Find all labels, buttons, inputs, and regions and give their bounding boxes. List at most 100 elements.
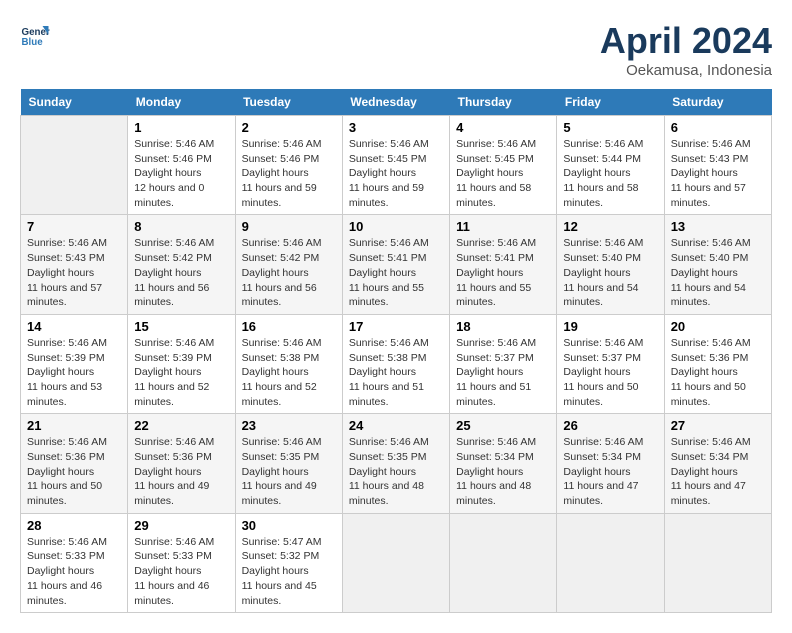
calendar-cell: 5 Sunrise: 5:46 AM Sunset: 5:44 PM Dayli… [557, 116, 664, 215]
calendar-cell: 23 Sunrise: 5:46 AM Sunset: 5:35 PM Dayl… [235, 414, 342, 513]
day-number: 21 [27, 418, 121, 433]
calendar-cell: 7 Sunrise: 5:46 AM Sunset: 5:43 PM Dayli… [21, 215, 128, 314]
day-info: Sunrise: 5:46 AM Sunset: 5:34 PM Dayligh… [456, 435, 550, 508]
day-info: Sunrise: 5:46 AM Sunset: 5:38 PM Dayligh… [349, 336, 443, 409]
calendar-cell: 15 Sunrise: 5:46 AM Sunset: 5:39 PM Dayl… [128, 314, 235, 413]
day-info: Sunrise: 5:46 AM Sunset: 5:35 PM Dayligh… [242, 435, 336, 508]
calendar-cell [450, 513, 557, 612]
day-info: Sunrise: 5:46 AM Sunset: 5:46 PM Dayligh… [134, 137, 228, 210]
weekday-header-tuesday: Tuesday [235, 89, 342, 116]
day-info: Sunrise: 5:46 AM Sunset: 5:34 PM Dayligh… [563, 435, 657, 508]
weekday-header-wednesday: Wednesday [342, 89, 449, 116]
day-number: 5 [563, 120, 657, 135]
day-number: 25 [456, 418, 550, 433]
day-number: 12 [563, 219, 657, 234]
weekday-header-row: SundayMondayTuesdayWednesdayThursdayFrid… [21, 89, 772, 116]
day-info: Sunrise: 5:46 AM Sunset: 5:33 PM Dayligh… [134, 535, 228, 608]
calendar-cell: 21 Sunrise: 5:46 AM Sunset: 5:36 PM Dayl… [21, 414, 128, 513]
day-info: Sunrise: 5:46 AM Sunset: 5:41 PM Dayligh… [349, 236, 443, 309]
day-info: Sunrise: 5:46 AM Sunset: 5:39 PM Dayligh… [134, 336, 228, 409]
location: Oekamusa, Indonesia [600, 62, 772, 79]
day-number: 24 [349, 418, 443, 433]
calendar-cell: 11 Sunrise: 5:46 AM Sunset: 5:41 PM Dayl… [450, 215, 557, 314]
calendar-cell: 3 Sunrise: 5:46 AM Sunset: 5:45 PM Dayli… [342, 116, 449, 215]
day-number: 30 [242, 518, 336, 533]
calendar-cell: 24 Sunrise: 5:46 AM Sunset: 5:35 PM Dayl… [342, 414, 449, 513]
calendar-cell: 16 Sunrise: 5:46 AM Sunset: 5:38 PM Dayl… [235, 314, 342, 413]
day-number: 17 [349, 319, 443, 334]
day-info: Sunrise: 5:46 AM Sunset: 5:37 PM Dayligh… [456, 336, 550, 409]
day-number: 7 [27, 219, 121, 234]
day-info: Sunrise: 5:46 AM Sunset: 5:38 PM Dayligh… [242, 336, 336, 409]
day-number: 8 [134, 219, 228, 234]
day-number: 27 [671, 418, 765, 433]
day-number: 26 [563, 418, 657, 433]
day-number: 19 [563, 319, 657, 334]
calendar-week-1: 1 Sunrise: 5:46 AM Sunset: 5:46 PM Dayli… [21, 116, 772, 215]
calendar-cell: 12 Sunrise: 5:46 AM Sunset: 5:40 PM Dayl… [557, 215, 664, 314]
weekday-header-sunday: Sunday [21, 89, 128, 116]
calendar-cell: 6 Sunrise: 5:46 AM Sunset: 5:43 PM Dayli… [664, 116, 771, 215]
day-info: Sunrise: 5:46 AM Sunset: 5:33 PM Dayligh… [27, 535, 121, 608]
calendar-cell [342, 513, 449, 612]
day-number: 3 [349, 120, 443, 135]
day-info: Sunrise: 5:46 AM Sunset: 5:45 PM Dayligh… [349, 137, 443, 210]
calendar-cell: 9 Sunrise: 5:46 AM Sunset: 5:42 PM Dayli… [235, 215, 342, 314]
calendar-cell: 4 Sunrise: 5:46 AM Sunset: 5:45 PM Dayli… [450, 116, 557, 215]
calendar-cell: 8 Sunrise: 5:46 AM Sunset: 5:42 PM Dayli… [128, 215, 235, 314]
day-number: 16 [242, 319, 336, 334]
calendar-cell: 1 Sunrise: 5:46 AM Sunset: 5:46 PM Dayli… [128, 116, 235, 215]
day-number: 15 [134, 319, 228, 334]
calendar-cell: 13 Sunrise: 5:46 AM Sunset: 5:40 PM Dayl… [664, 215, 771, 314]
calendar-cell: 27 Sunrise: 5:46 AM Sunset: 5:34 PM Dayl… [664, 414, 771, 513]
day-info: Sunrise: 5:46 AM Sunset: 5:35 PM Dayligh… [349, 435, 443, 508]
day-info: Sunrise: 5:46 AM Sunset: 5:44 PM Dayligh… [563, 137, 657, 210]
day-info: Sunrise: 5:47 AM Sunset: 5:32 PM Dayligh… [242, 535, 336, 608]
day-info: Sunrise: 5:46 AM Sunset: 5:36 PM Dayligh… [671, 336, 765, 409]
calendar-cell: 17 Sunrise: 5:46 AM Sunset: 5:38 PM Dayl… [342, 314, 449, 413]
day-info: Sunrise: 5:46 AM Sunset: 5:42 PM Dayligh… [242, 236, 336, 309]
calendar-cell: 30 Sunrise: 5:47 AM Sunset: 5:32 PM Dayl… [235, 513, 342, 612]
day-number: 20 [671, 319, 765, 334]
day-number: 18 [456, 319, 550, 334]
page-header: General Blue April 2024 Oekamusa, Indone… [20, 20, 772, 79]
day-info: Sunrise: 5:46 AM Sunset: 5:46 PM Dayligh… [242, 137, 336, 210]
day-info: Sunrise: 5:46 AM Sunset: 5:45 PM Dayligh… [456, 137, 550, 210]
day-info: Sunrise: 5:46 AM Sunset: 5:43 PM Dayligh… [27, 236, 121, 309]
day-info: Sunrise: 5:46 AM Sunset: 5:34 PM Dayligh… [671, 435, 765, 508]
calendar-week-3: 14 Sunrise: 5:46 AM Sunset: 5:39 PM Dayl… [21, 314, 772, 413]
calendar-cell: 20 Sunrise: 5:46 AM Sunset: 5:36 PM Dayl… [664, 314, 771, 413]
calendar-cell: 28 Sunrise: 5:46 AM Sunset: 5:33 PM Dayl… [21, 513, 128, 612]
day-number: 28 [27, 518, 121, 533]
calendar-table: SundayMondayTuesdayWednesdayThursdayFrid… [20, 89, 772, 613]
logo: General Blue [20, 20, 50, 50]
weekday-header-monday: Monday [128, 89, 235, 116]
day-info: Sunrise: 5:46 AM Sunset: 5:42 PM Dayligh… [134, 236, 228, 309]
calendar-week-2: 7 Sunrise: 5:46 AM Sunset: 5:43 PM Dayli… [21, 215, 772, 314]
weekday-header-friday: Friday [557, 89, 664, 116]
calendar-cell [664, 513, 771, 612]
logo-icon: General Blue [20, 20, 50, 50]
day-info: Sunrise: 5:46 AM Sunset: 5:36 PM Dayligh… [27, 435, 121, 508]
calendar-cell: 2 Sunrise: 5:46 AM Sunset: 5:46 PM Dayli… [235, 116, 342, 215]
calendar-week-5: 28 Sunrise: 5:46 AM Sunset: 5:33 PM Dayl… [21, 513, 772, 612]
weekday-header-thursday: Thursday [450, 89, 557, 116]
title-block: April 2024 Oekamusa, Indonesia [600, 20, 772, 79]
svg-text:Blue: Blue [22, 37, 44, 48]
calendar-cell: 25 Sunrise: 5:46 AM Sunset: 5:34 PM Dayl… [450, 414, 557, 513]
day-number: 22 [134, 418, 228, 433]
calendar-cell: 22 Sunrise: 5:46 AM Sunset: 5:36 PM Dayl… [128, 414, 235, 513]
day-number: 10 [349, 219, 443, 234]
day-number: 23 [242, 418, 336, 433]
day-number: 1 [134, 120, 228, 135]
month-title: April 2024 [600, 20, 772, 62]
calendar-cell: 14 Sunrise: 5:46 AM Sunset: 5:39 PM Dayl… [21, 314, 128, 413]
day-number: 11 [456, 219, 550, 234]
day-number: 14 [27, 319, 121, 334]
day-number: 29 [134, 518, 228, 533]
day-number: 6 [671, 120, 765, 135]
day-info: Sunrise: 5:46 AM Sunset: 5:40 PM Dayligh… [563, 236, 657, 309]
calendar-cell: 19 Sunrise: 5:46 AM Sunset: 5:37 PM Dayl… [557, 314, 664, 413]
calendar-week-4: 21 Sunrise: 5:46 AM Sunset: 5:36 PM Dayl… [21, 414, 772, 513]
day-info: Sunrise: 5:46 AM Sunset: 5:39 PM Dayligh… [27, 336, 121, 409]
